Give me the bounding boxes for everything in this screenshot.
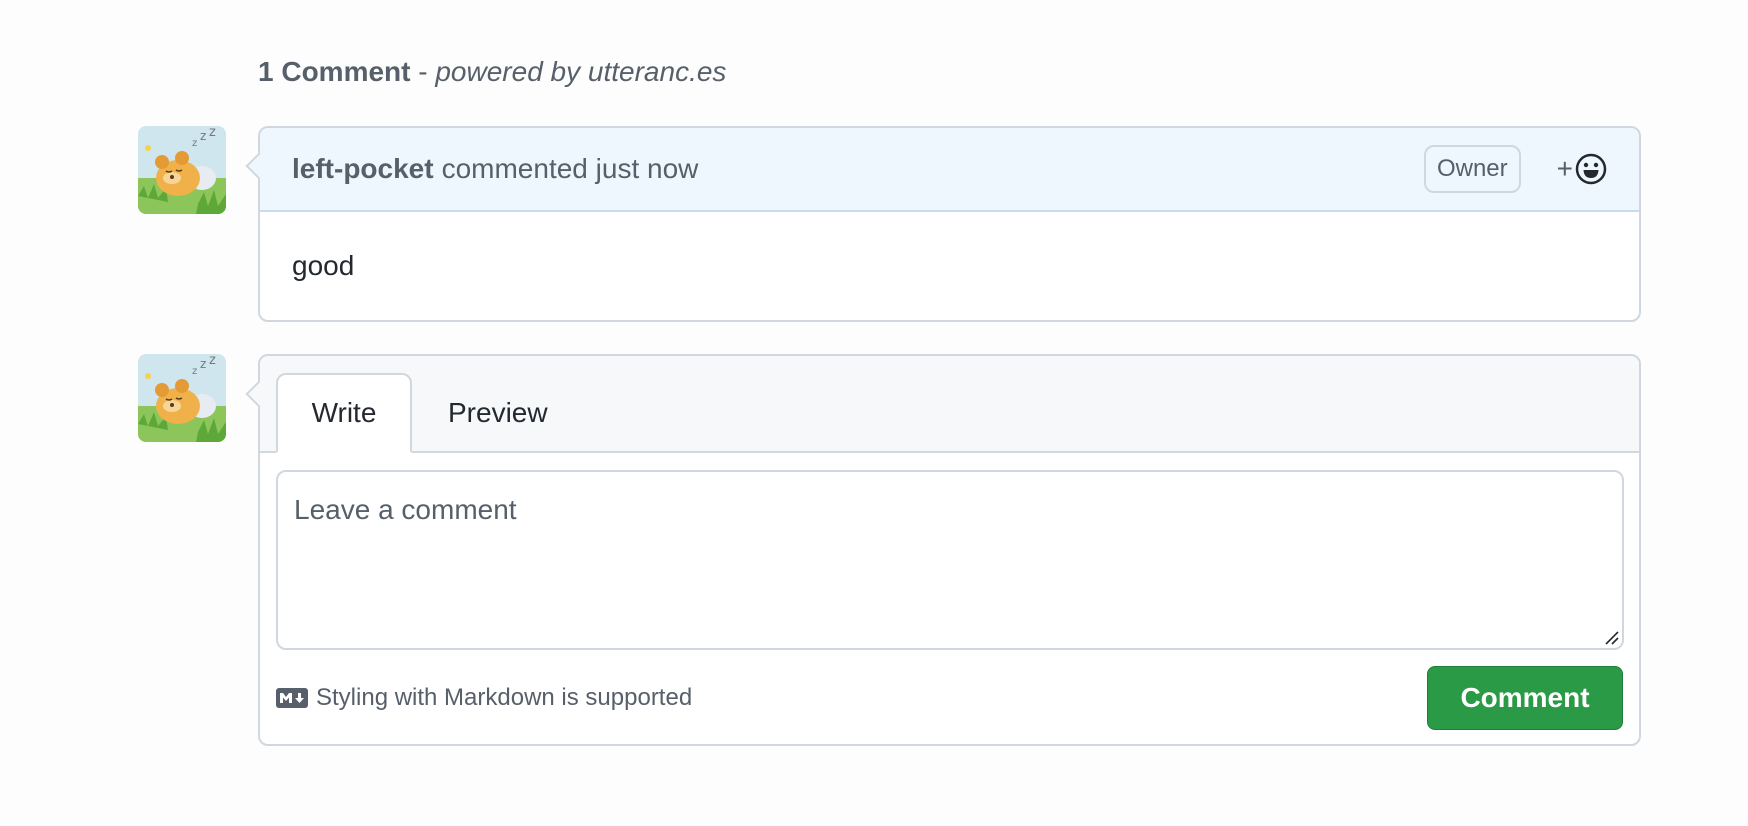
svg-text:z: z	[192, 366, 197, 377]
avatar[interactable]: z z z	[138, 354, 226, 442]
sleeping-bear-avatar-icon: z z z	[138, 126, 226, 214]
svg-text:z: z	[192, 138, 197, 149]
comment-textarea[interactable]	[278, 472, 1622, 648]
owner-badge: Owner	[1423, 145, 1521, 193]
markdown-icon	[276, 688, 308, 708]
comment-textarea-wrapper	[276, 470, 1624, 650]
svg-text:z: z	[209, 354, 216, 368]
svg-text:z: z	[200, 357, 206, 371]
comment-caret	[244, 150, 260, 182]
sleeping-bear-avatar-icon: z z z	[138, 354, 226, 442]
comment-timestamp: commented just now	[441, 153, 699, 184]
tab-write[interactable]: Write	[276, 373, 412, 453]
utterances-widget: 1 Comment - powered by utteranc.es z z z…	[0, 0, 1748, 826]
header-separator: -	[410, 56, 436, 87]
svg-text:z: z	[209, 126, 216, 140]
smiley-icon	[1575, 153, 1607, 185]
comment-body: good	[292, 250, 355, 281]
resize-handle-icon[interactable]	[1602, 628, 1620, 646]
comment-count: 1 Comment	[258, 56, 411, 87]
add-reaction-button[interactable]: +	[1557, 153, 1607, 185]
svg-text:z: z	[200, 129, 206, 143]
powered-by-link[interactable]: powered by utteranc.es	[435, 56, 726, 87]
plus-icon: +	[1556, 153, 1573, 184]
tab-preview[interactable]: Preview	[448, 373, 548, 453]
form-caret	[244, 378, 260, 410]
markdown-note[interactable]: Styling with Markdown is supported	[276, 684, 692, 712]
comment-header: left-pocket commented just now Owner +	[260, 128, 1639, 212]
comment-card: left-pocket commented just now Owner + g…	[258, 126, 1641, 322]
form-tabs: Write Preview	[260, 356, 1639, 453]
comment-count-header: 1 Comment - powered by utteranc.es	[258, 56, 726, 88]
new-comment-form: Write Preview Styling with Markdown is s…	[258, 354, 1641, 746]
form-footer: Styling with Markdown is supported Comme…	[276, 666, 1623, 730]
comment-author[interactable]: left-pocket	[292, 153, 434, 185]
submit-comment-button[interactable]: Comment	[1427, 666, 1623, 730]
avatar[interactable]: z z z	[138, 126, 226, 214]
markdown-note-text: Styling with Markdown is supported	[316, 684, 693, 711]
